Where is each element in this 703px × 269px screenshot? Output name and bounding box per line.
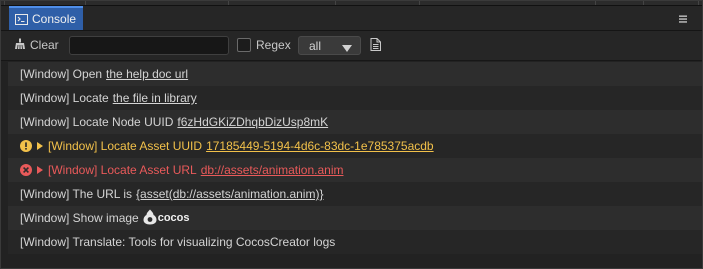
hamburger-menu-icon[interactable] <box>678 11 692 25</box>
console-icon <box>15 13 28 25</box>
log-list-empty-area <box>8 254 702 268</box>
console-panel: Console Clear Regex all [Window] Open th… <box>0 0 703 269</box>
log-row[interactable]: [Window] Show image cocos <box>8 206 702 230</box>
log-text: [Window] Show image <box>20 211 139 225</box>
clear-button[interactable]: Clear <box>14 37 59 53</box>
log-text: [Window] Open <box>20 67 103 81</box>
dropdown-arrow-icon <box>342 42 352 56</box>
log-text: [Window] Locate Asset URL <box>48 163 197 177</box>
log-row-warning[interactable]: [Window] Locate Asset UUID 17185449-5194… <box>8 134 702 158</box>
cocos-logo-image: cocos <box>143 209 190 228</box>
log-row-error[interactable]: [Window] Locate Asset URL db://assets/an… <box>8 158 702 182</box>
log-row[interactable]: [Window] Open the help doc url <box>8 62 702 86</box>
log-link[interactable]: 17185449-5194-4d6c-83dc-1e785375acdb <box>206 139 434 153</box>
log-list: [Window] Open the help doc url [Window] … <box>8 62 702 254</box>
log-link[interactable]: the file in library <box>113 91 197 105</box>
expand-arrow-icon[interactable] <box>37 142 43 150</box>
log-text: [Window] Locate <box>20 91 109 105</box>
log-link[interactable]: db://assets/animation.anim <box>201 163 344 177</box>
regex-label: Regex <box>256 38 291 52</box>
regex-checkbox[interactable] <box>237 38 251 52</box>
cocos-logo-icon <box>143 209 157 228</box>
warning-icon <box>20 140 32 152</box>
console-toolbar: Clear Regex all <box>1 31 702 61</box>
clear-label: Clear <box>30 38 59 52</box>
log-text: [Window] Translate: Tools for visualizin… <box>20 235 336 249</box>
log-text: [Window] Locate Node UUID <box>20 115 174 129</box>
log-text: [Window] The URL is <box>20 187 133 201</box>
log-link[interactable]: the help doc url <box>106 67 188 81</box>
expand-arrow-icon[interactable] <box>37 166 43 174</box>
log-row[interactable]: [Window] Locate the file in library <box>8 86 702 110</box>
log-row[interactable]: [Window] Locate Node UUID f6zHdGKiZDhqbD… <box>8 110 702 134</box>
log-level-value: all <box>309 38 322 53</box>
search-input[interactable] <box>69 36 229 55</box>
log-link[interactable]: {asset(db://assets/animation.anim)} <box>136 187 323 201</box>
cocos-logo-text: cocos <box>157 212 190 224</box>
log-link[interactable]: f6zHdGKiZDhqbDizUsp8mK <box>177 115 328 129</box>
tab-console[interactable]: Console <box>9 6 83 30</box>
tab-bar: Console <box>1 6 702 31</box>
broom-icon <box>14 38 26 53</box>
log-row[interactable]: [Window] The URL is {asset(db://assets/a… <box>8 182 702 206</box>
document-icon[interactable] <box>370 38 381 56</box>
error-icon <box>20 164 32 176</box>
log-level-select[interactable]: all <box>298 36 361 55</box>
tab-label: Console <box>32 12 77 26</box>
log-row[interactable]: [Window] Translate: Tools for visualizin… <box>8 230 702 254</box>
log-text: [Window] Locate Asset UUID <box>48 139 203 153</box>
